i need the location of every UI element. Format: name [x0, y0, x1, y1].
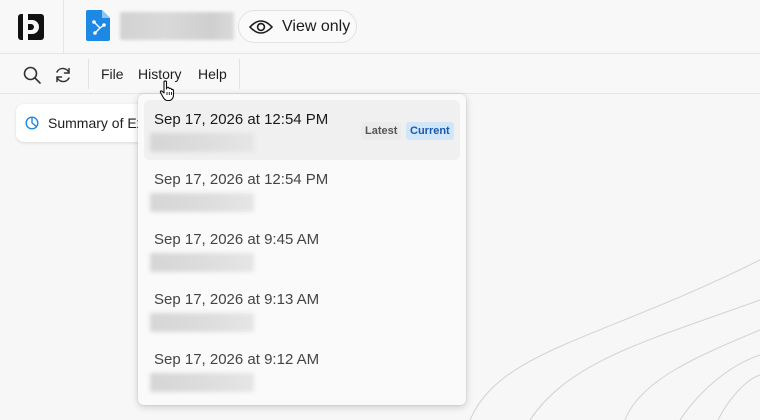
history-date: Sep 17, 2026 at 12:54 PM: [154, 111, 329, 128]
document-title-redacted[interactable]: [120, 12, 234, 40]
current-badge: Current: [406, 122, 454, 140]
search-icon[interactable]: [22, 65, 42, 85]
divider: [239, 59, 240, 89]
chart-icon: [25, 116, 39, 130]
history-author-redacted: [150, 133, 254, 152]
divider: [63, 0, 64, 54]
view-only-badge[interactable]: View only: [238, 10, 357, 43]
history-author-redacted: [150, 193, 254, 212]
summary-chip-label: Summary of Ex: [48, 115, 144, 131]
history-date: Sep 17, 2026 at 9:12 AM: [154, 351, 320, 368]
diagram-file-icon: [86, 10, 110, 41]
top-bar: View only: [0, 0, 760, 54]
latest-badge: Latest: [361, 122, 402, 140]
history-item[interactable]: Sep 17, 2026 at 9:45 AM: [144, 220, 460, 280]
refresh-icon[interactable]: [53, 65, 73, 85]
history-item[interactable]: Sep 17, 2026 at 9:13 AM: [144, 280, 460, 340]
app-logo-icon[interactable]: [18, 14, 44, 40]
history-author-redacted: [150, 313, 254, 332]
background-decoration: [469, 259, 760, 420]
history-date: Sep 17, 2026 at 12:54 PM: [154, 171, 329, 188]
history-dropdown: Sep 17, 2026 at 12:54 PM Latest Current …: [138, 94, 466, 405]
history-item[interactable]: Sep 17, 2026 at 9:12 AM: [144, 340, 460, 400]
history-author-redacted: [150, 253, 254, 272]
menu-file[interactable]: File: [101, 66, 124, 82]
menu-help[interactable]: Help: [198, 66, 227, 82]
view-only-label: View only: [282, 17, 351, 35]
history-date: Sep 17, 2026 at 9:13 AM: [154, 291, 320, 308]
history-author-redacted: [150, 373, 254, 392]
hand-cursor-icon: [159, 80, 175, 102]
history-item[interactable]: Sep 17, 2026 at 12:54 PM Latest Current: [144, 100, 460, 160]
divider: [88, 59, 89, 89]
toolbar: File History Help: [0, 55, 760, 94]
history-date: Sep 17, 2026 at 9:45 AM: [154, 231, 320, 248]
eye-icon: [249, 19, 273, 34]
history-item[interactable]: Sep 17, 2026 at 12:54 PM: [144, 160, 460, 220]
